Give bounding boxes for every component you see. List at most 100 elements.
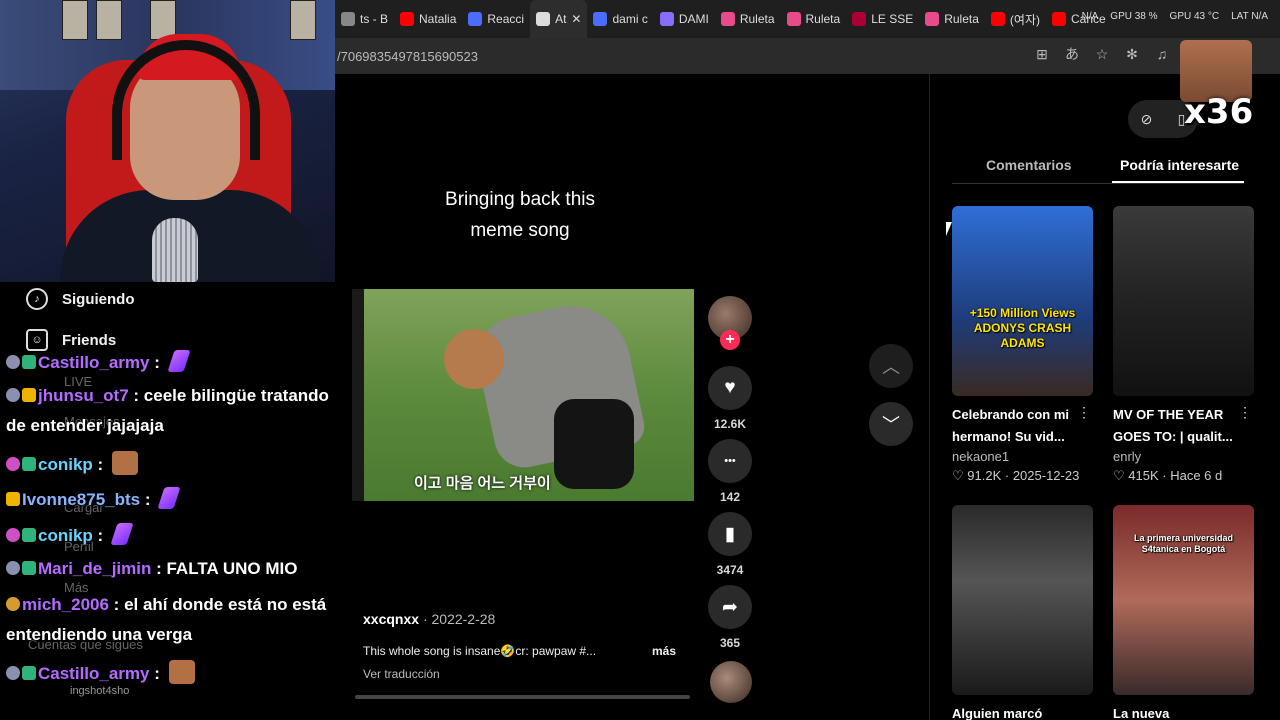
sidebar-item-more[interactable]: Más [64, 580, 89, 595]
active-tab-indicator [1112, 181, 1244, 183]
address-bar[interactable]: /7069835497815690523 ⊞ あ ☆ ✻ ♫ [335, 38, 1280, 74]
compass-icon[interactable]: ⊘ [1141, 111, 1153, 128]
card-title[interactable]: Alguien marcó [952, 703, 1087, 720]
video-player[interactable]: 이고 마음 어느 거부이 [352, 289, 694, 501]
tab-favicon-icon [341, 12, 355, 26]
caption-line: meme song [470, 220, 570, 241]
browser-tab[interactable]: Reacci [462, 0, 530, 38]
next-video-button[interactable]: ﹀ [869, 402, 913, 446]
panel-tabs: Comentarios Podría interesarte [952, 150, 1244, 184]
chat-message: conikp : [6, 523, 134, 546]
system-stat: GPU 43 °C [1169, 11, 1220, 22]
heart-button[interactable]: ♥ [708, 366, 752, 410]
chat-badge-icon [22, 561, 36, 575]
tab-favicon-icon [786, 12, 801, 26]
tiktok-icon: ♪ [26, 288, 48, 310]
card-author[interactable]: enrly [1113, 449, 1141, 464]
system-stat: GPU 38 % [1110, 11, 1158, 22]
tab-related[interactable]: Podría interesarte [1120, 157, 1239, 173]
star-icon[interactable]: ☆ [1094, 46, 1110, 62]
tab-label: Reacci [487, 12, 525, 26]
card-author[interactable]: nekaone1 [952, 449, 1009, 464]
tab-label: dami c [612, 12, 648, 26]
tab-label: Ruleta [805, 12, 841, 26]
playlist-icon[interactable]: ♫ [1154, 46, 1170, 62]
apps-icon[interactable]: ⊞ [1034, 46, 1050, 62]
tab-favicon-icon [659, 12, 674, 26]
friends-icon: ☺ [26, 329, 48, 351]
video-subtitle: 이고 마음 어느 거부이 [414, 475, 551, 492]
video-author-line[interactable]: xxcqnxx · 2022-2-28 [363, 611, 495, 627]
browser-tab[interactable]: (여자) [985, 0, 1046, 38]
browser-tab[interactable]: DAMI [654, 0, 715, 38]
heart-count: 12.6K [713, 417, 747, 431]
browser-tab[interactable]: At ✕ [530, 0, 588, 38]
chat-message: Mari_de_jimin : FALTA UNO MIO [6, 559, 297, 579]
extensions-icon[interactable]: ✻ [1124, 46, 1140, 62]
chat-message: mich_2006 : el ahí donde está no está [6, 595, 326, 615]
tab-comments[interactable]: Comentarios [986, 157, 1072, 173]
browser-tab[interactable]: Ruleta [715, 0, 781, 38]
chat-badge-icon [6, 457, 20, 471]
thumbnail-overlay-text: +150 Million Views ADONYS CRASH ADAMS [969, 306, 1076, 350]
previous-video-button[interactable]: ︿ [869, 344, 913, 388]
video-progress-bar[interactable] [355, 695, 690, 699]
heart-outline-icon: ♡ [1113, 468, 1129, 483]
share-count: 365 [719, 636, 741, 650]
video-thumbnail[interactable]: La primera universidad S4tanica en Bogot… [1113, 505, 1254, 695]
browser-tab[interactable]: Ruleta [919, 0, 985, 38]
video-thumbnail[interactable] [1113, 206, 1254, 396]
comment-icon: ••• [724, 455, 736, 467]
follow-plus-icon[interactable]: + [720, 330, 740, 350]
following-account-name[interactable]: ingshot4sho [70, 685, 129, 697]
more-options-icon[interactable]: ⋮ [1077, 404, 1091, 421]
heart-outline-icon: ♡ [952, 468, 968, 483]
video-thumbnail[interactable]: +150 Million Views ADONYS CRASH ADAMS [952, 206, 1093, 396]
chat-badge-icon [22, 355, 36, 369]
translate-link[interactable]: Ver traducción [363, 667, 440, 681]
microphone [152, 218, 198, 282]
chat-username: Ivonne875_bts [22, 490, 141, 509]
author-name[interactable]: xxcqnxx [363, 611, 419, 627]
chat-badge-icon [22, 388, 36, 402]
card-date: 2025-12-23 [1012, 468, 1080, 483]
chat-message: Castillo_army : [6, 350, 191, 373]
next-author-avatar[interactable] [710, 661, 752, 703]
caption-line: Bringing back this [445, 189, 595, 210]
more-options-icon[interactable]: ⋮ [1238, 404, 1252, 421]
sidebar-item-following[interactable]: ♪ Siguiendo [26, 288, 135, 310]
bookmark-button[interactable]: ▮ [708, 512, 752, 556]
url-text[interactable]: /7069835497815690523 [337, 49, 478, 64]
sidebar-item-friends[interactable]: ☺ Friends [26, 329, 116, 351]
bookmark-icon: ▮ [724, 523, 736, 545]
post-date: 2022-2-28 [431, 611, 496, 627]
card-title[interactable]: La nueva [1113, 703, 1248, 720]
heart-icon: ♥ [724, 377, 736, 398]
comment-button[interactable]: ••• [708, 439, 752, 483]
tab-favicon-icon [468, 12, 483, 26]
chevron-up-icon: ︿ [882, 357, 900, 377]
browser-tab[interactable]: dami c [587, 0, 653, 38]
chat-badge-icon [6, 492, 20, 506]
browser-tab[interactable]: ts - B [335, 0, 394, 38]
card-title[interactable]: MV OF THE YEAR GOES TO: | qualit... [1113, 404, 1248, 448]
chat-message: conikp : [6, 451, 138, 475]
chat-badge-icon [6, 388, 20, 402]
browser-tab[interactable]: Natalia [394, 0, 462, 38]
card-title[interactable]: Celebrando con mi hermano! Su vid... [952, 404, 1087, 448]
chat-badge-icon [6, 561, 20, 575]
chat-username: Castillo_army [38, 664, 150, 683]
chat-badge-icon [22, 457, 36, 471]
video-thumbnail[interactable] [952, 505, 1093, 695]
tab-favicon-icon [852, 12, 867, 26]
browser-tab[interactable]: LE SSE [846, 0, 919, 38]
more-link[interactable]: más [652, 644, 676, 658]
close-tab-icon[interactable]: ✕ [571, 12, 581, 26]
translate-icon[interactable]: あ [1064, 46, 1080, 62]
share-button[interactable]: ➦ [708, 585, 752, 629]
browser-tab[interactable]: Ruleta [781, 0, 847, 38]
share-icon: ➦ [722, 596, 738, 618]
chat-username: jhunsu_ot7 [38, 386, 129, 405]
video-subject-head [444, 329, 504, 389]
chat-username: Castillo_army [38, 353, 150, 372]
